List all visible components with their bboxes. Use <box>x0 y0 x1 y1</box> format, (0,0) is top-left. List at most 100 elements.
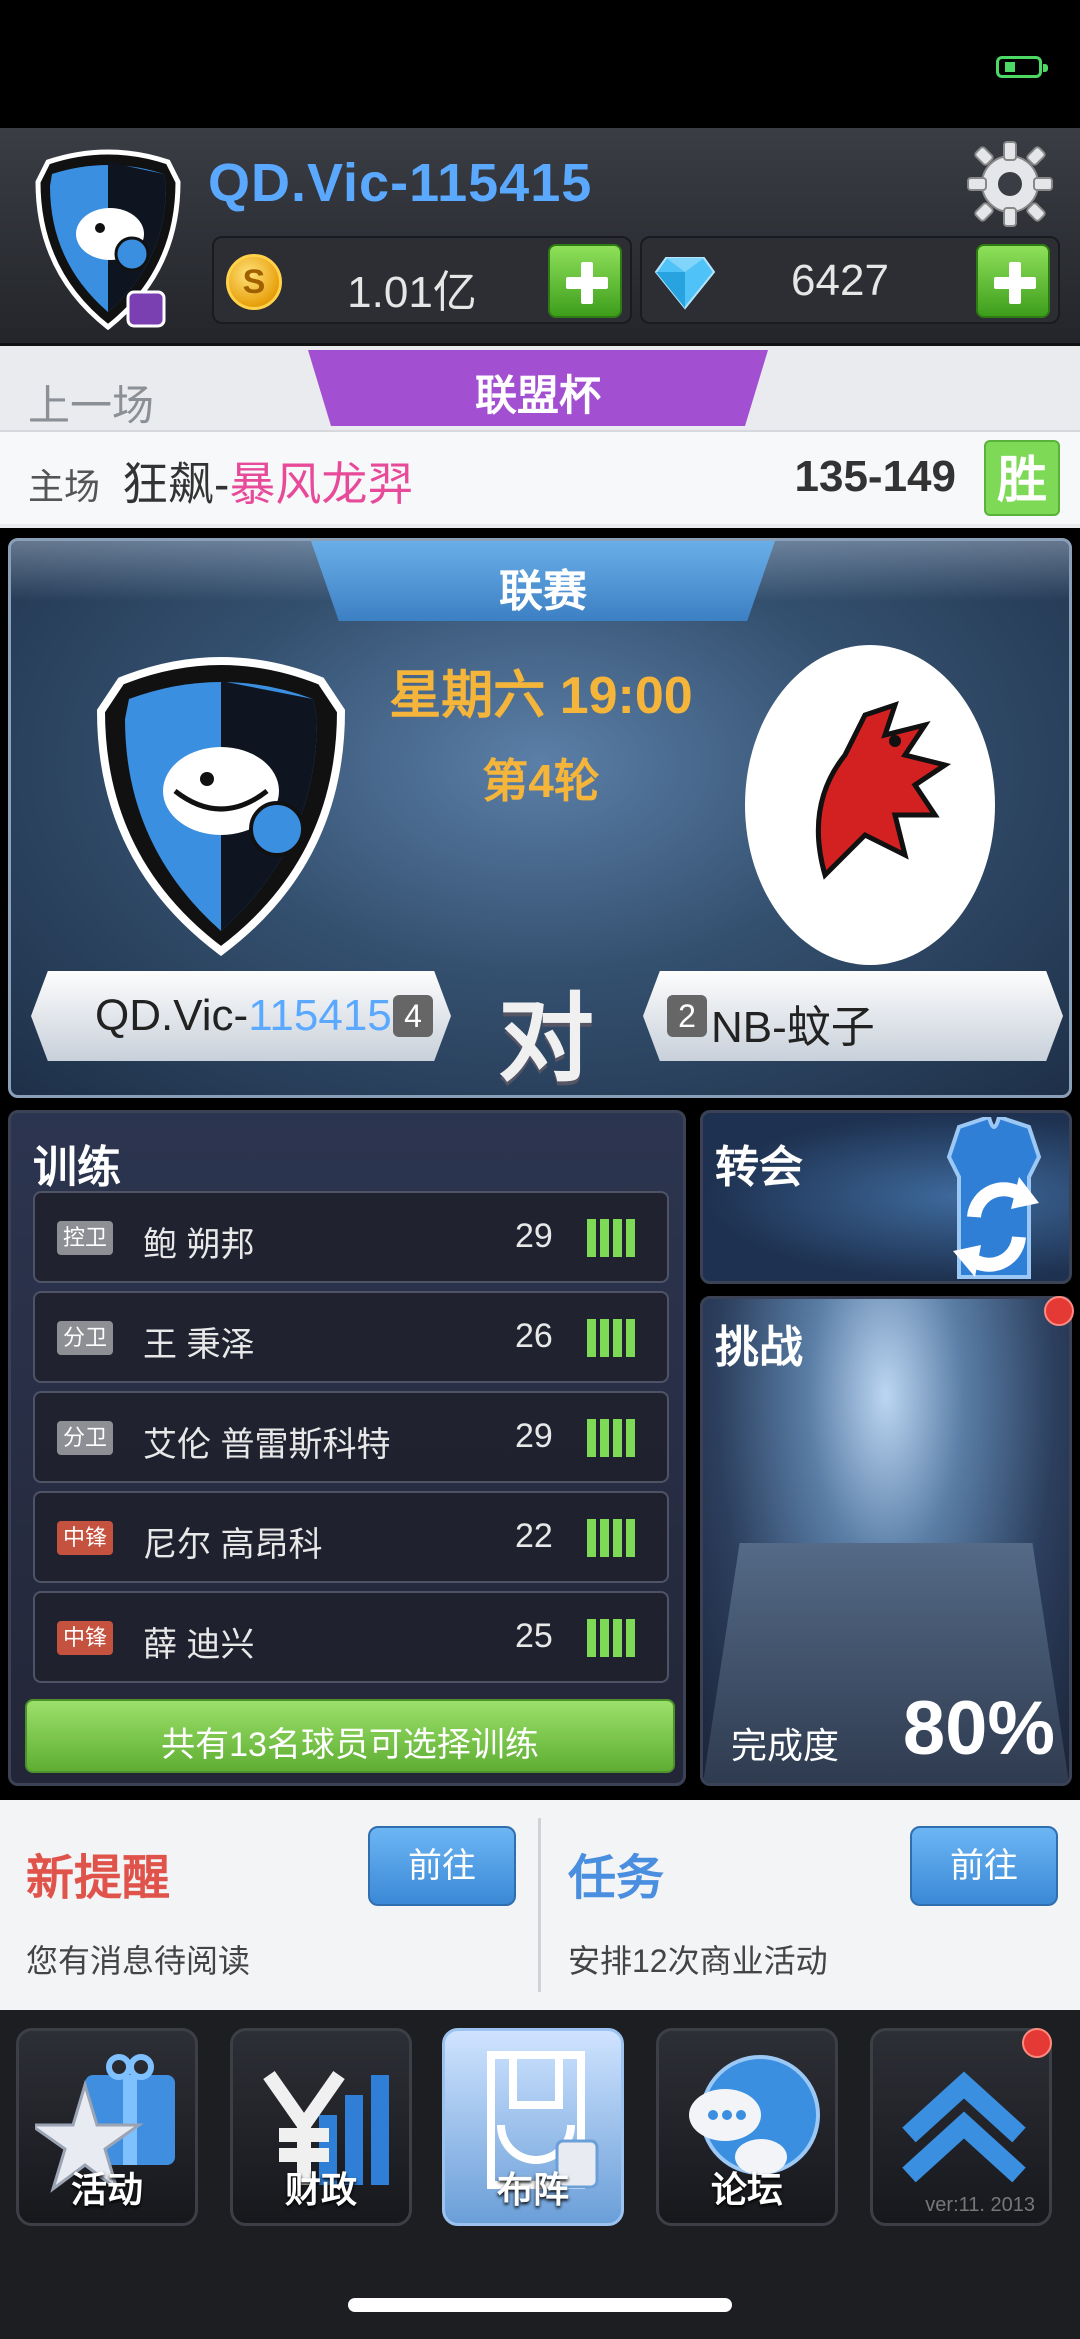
cup-banner-label: 联盟杯 <box>474 372 601 419</box>
player-name: 艾伦 普雷斯科特 <box>143 1426 391 1464</box>
transfer-title: 转会 <box>715 1143 803 1192</box>
nav-lineup-label: 布阵 <box>496 2169 569 2210</box>
notices-section: 新提醒 前往 您有消息待阅读 任务 前往 安排12次商业活动 <box>0 1800 1080 2010</box>
player-age: 29 <box>515 1417 553 1455</box>
task-card[interactable]: 任务 前往 安排12次商业活动 <box>542 1800 1080 2010</box>
new-reminder-goto-button[interactable]: 前往 <box>368 1826 516 1906</box>
add-coins-button[interactable] <box>548 244 622 318</box>
nav-more[interactable]: ver:11. 2013 <box>870 2028 1052 2226</box>
player-name: 王 秉泽 <box>143 1326 255 1364</box>
coin-icon: S <box>226 254 282 310</box>
position-badge: 分卫 <box>57 1321 113 1355</box>
result-badge: 胜 <box>984 440 1060 516</box>
player-row[interactable]: 中锋 尼尔 高昂科 22 <box>33 1491 669 1583</box>
diamond-icon <box>654 257 716 310</box>
league-banner: 联赛 <box>311 541 775 621</box>
player-name: 鲍 朔邦 <box>143 1226 255 1264</box>
challenge-panel[interactable]: 挑战 完成度 80% <box>700 1296 1072 1786</box>
coins-value: 1.01亿 <box>347 268 477 317</box>
notice-divider <box>538 1818 541 1992</box>
status-bar <box>0 0 1080 128</box>
nav-lineup[interactable]: 布阵 <box>442 2028 624 2226</box>
nav-forum-label: 论坛 <box>710 2169 783 2210</box>
completion-label: 完成度 <box>731 1725 840 1766</box>
task-goto-button[interactable]: 前往 <box>910 1826 1058 1906</box>
last-match-row[interactable]: 主场 狂飙-暴风龙羿 135-149 胜 <box>0 430 1080 524</box>
completion-value: 80% <box>902 1686 1055 1771</box>
away-rank-badge: 2 <box>667 995 707 1037</box>
match-score: 135-149 <box>794 452 956 501</box>
home-team-name: QD.Vic-115415 <box>95 991 392 1041</box>
team-logo[interactable] <box>28 142 188 332</box>
player-row[interactable]: 控卫 鲍 朔邦 29 <box>33 1191 669 1283</box>
challenge-title: 挑战 <box>715 1323 803 1372</box>
task-title: 任务 <box>568 1852 665 1905</box>
player-name: 尼尔 高昂科 <box>143 1526 323 1564</box>
away-team-name: NB-蚊子 <box>711 1003 875 1052</box>
jersey-swap-icon <box>946 1117 1042 1279</box>
bottom-navigation: 活动 财政 布阵 论坛 ver:11. 2013 <box>0 2010 1080 2339</box>
gear-icon[interactable] <box>966 140 1054 228</box>
new-reminder-card[interactable]: 新提醒 前往 您有消息待阅读 <box>0 1800 538 2010</box>
profile-header: QD.Vic-115415 S 1.01亿 6427 <box>0 128 1080 346</box>
training-panel: 训练 控卫 鲍 朔邦 29 分卫 王 秉泽 26 分卫 艾伦 普雷斯科特 29 … <box>8 1110 686 1786</box>
match-round: 第4轮 <box>482 755 600 807</box>
nav-finance-label: 财政 <box>284 2169 357 2210</box>
gems-value: 6427 <box>791 256 889 305</box>
gems-display: 6427 <box>640 236 1060 324</box>
battery-icon <box>996 56 1048 78</box>
train-players-label: 共有13名球员可选择训练 <box>161 1726 539 1764</box>
home-team-name-prefix: QD.Vic- <box>95 991 249 1040</box>
player-name: 薛 迪兴 <box>143 1626 255 1664</box>
home-team-name-highlight: 115415 <box>248 991 392 1040</box>
opponent-name: 狂飙-暴风龙羿 <box>122 448 413 514</box>
home-rank-badge: 4 <box>393 995 433 1037</box>
position-badge: 分卫 <box>57 1421 113 1455</box>
player-row[interactable]: 中锋 薛 迪兴 25 <box>33 1591 669 1683</box>
player-row[interactable]: 分卫 艾伦 普雷斯科特 29 <box>33 1391 669 1483</box>
player-age: 26 <box>515 1317 553 1355</box>
away-team-plate: 2 NB-蚊子 <box>643 971 1063 1061</box>
next-fixture-panel[interactable]: 联赛 星期六 19:00 第4轮 QD.Vic-115415 4 对 2 NB-… <box>8 538 1072 1098</box>
nav-finance[interactable]: 财政 <box>230 2028 412 2226</box>
home-label: 主场 <box>28 466 101 507</box>
add-gems-button[interactable] <box>976 244 1050 318</box>
task-desc: 安排12次商业活动 <box>568 1943 828 1979</box>
player-name: QD.Vic-115415 <box>208 153 593 213</box>
nav-activities[interactable]: 活动 <box>16 2028 198 2226</box>
more-notification-dot <box>1022 2028 1052 2058</box>
stamina-bars <box>587 1619 647 1657</box>
stamina-bars <box>587 1219 647 1257</box>
away-team-logo <box>745 645 995 965</box>
player-age: 25 <box>515 1617 553 1655</box>
position-badge: 控卫 <box>57 1221 113 1255</box>
new-reminder-desc: 您有消息待阅读 <box>26 1943 251 1979</box>
position-badge: 中锋 <box>57 1621 113 1655</box>
league-banner-label: 联赛 <box>499 567 587 616</box>
transfer-panel[interactable]: 转会 <box>700 1110 1072 1284</box>
cup-banner: 联盟杯 <box>308 350 768 426</box>
vs-label: 对 <box>498 986 594 1093</box>
player-row[interactable]: 分卫 王 秉泽 26 <box>33 1291 669 1383</box>
new-reminder-title: 新提醒 <box>26 1852 171 1905</box>
challenge-notification-dot <box>1044 1296 1074 1326</box>
player-age: 29 <box>515 1217 553 1255</box>
training-title: 训练 <box>33 1143 121 1192</box>
last-match-panel[interactable]: 上一场 联盟杯 主场 狂飙-暴风龙羿 135-149 胜 <box>0 346 1080 528</box>
coins-display: S 1.01亿 <box>212 236 632 324</box>
stamina-bars <box>587 1319 647 1357</box>
train-players-button[interactable]: 共有13名球员可选择训练 <box>25 1699 675 1773</box>
chevron-up-icon <box>902 2071 1026 2183</box>
home-team-logo <box>96 657 346 957</box>
opponent-highlight: 暴风龙羿 <box>229 458 414 510</box>
nav-forum[interactable]: 论坛 <box>656 2028 838 2226</box>
stamina-bars <box>587 1519 647 1557</box>
home-team-plate: QD.Vic-115415 4 <box>31 971 451 1061</box>
eagle-icon <box>815 701 952 880</box>
position-badge: 中锋 <box>57 1521 113 1555</box>
player-age: 22 <box>515 1517 553 1555</box>
version-label: ver:11. 2013 <box>925 2194 1035 2216</box>
last-match-label: 上一场 <box>28 382 155 429</box>
match-time: 星期六 19:00 <box>389 667 693 725</box>
home-indicator[interactable] <box>348 2298 732 2312</box>
